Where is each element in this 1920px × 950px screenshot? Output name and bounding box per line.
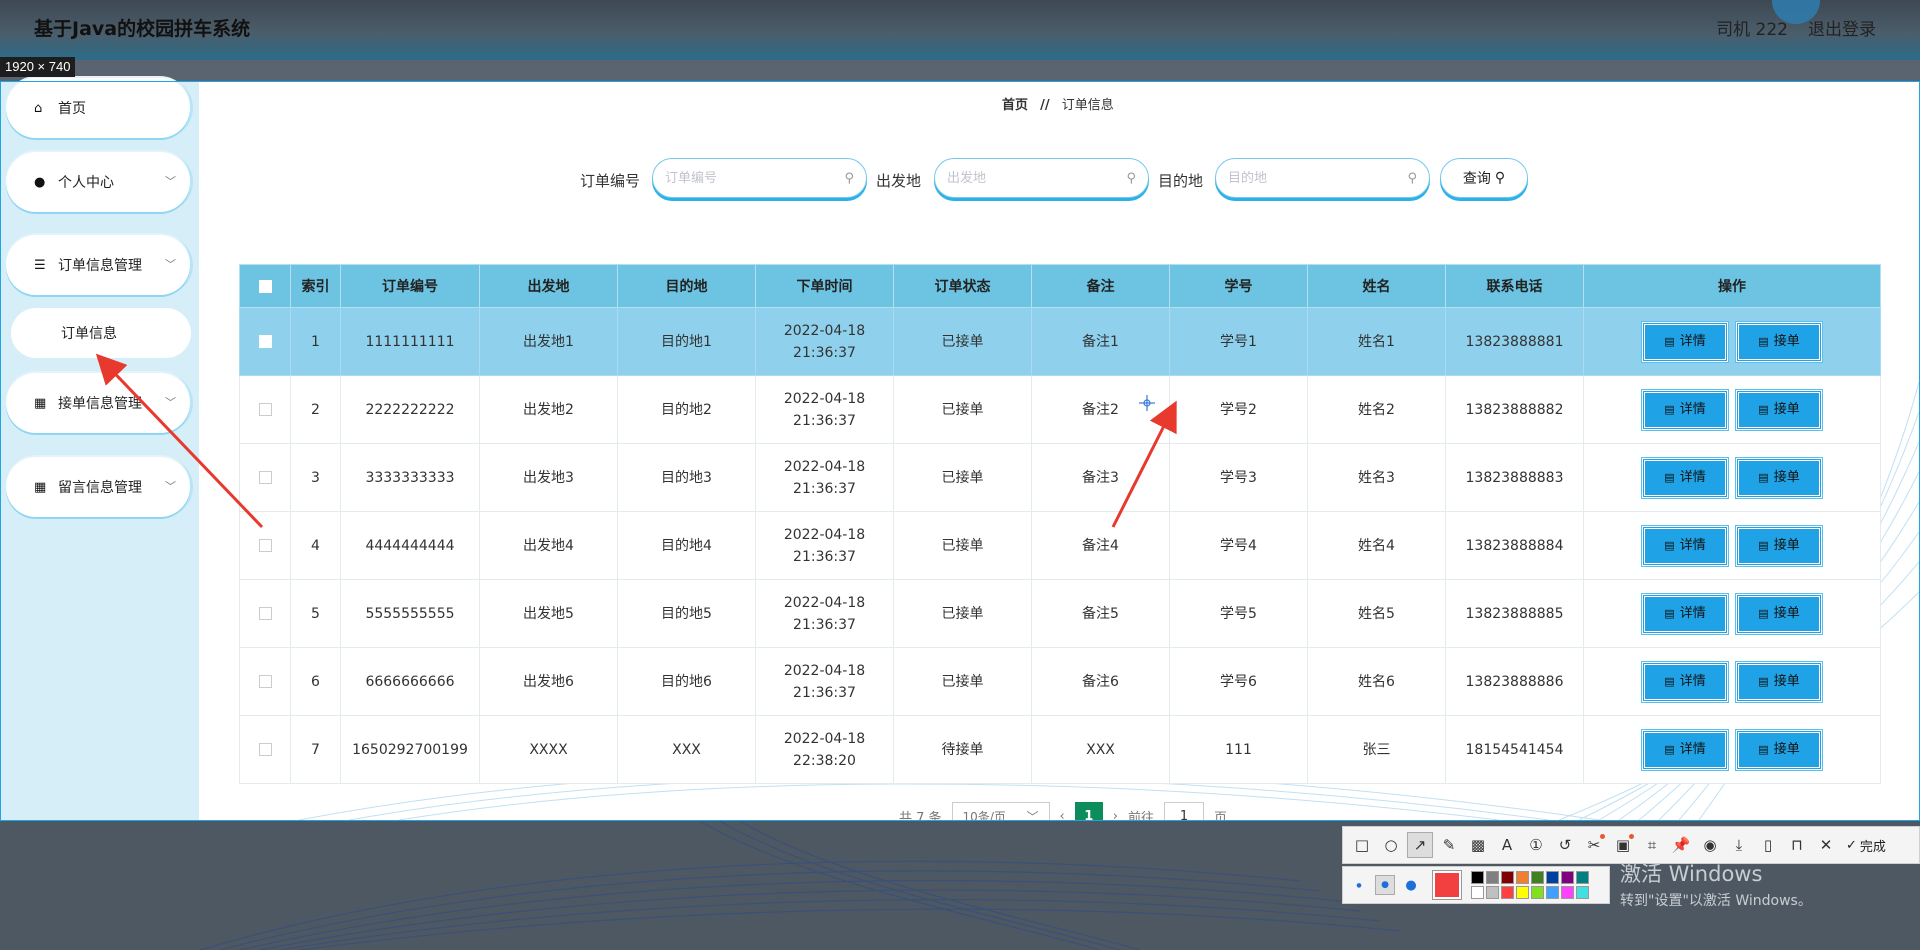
number-marker-icon[interactable]: ① — [1523, 832, 1549, 858]
color-swatch[interactable] — [1531, 886, 1544, 899]
color-swatch[interactable] — [1561, 871, 1574, 884]
activation-hint: 转到"设置"以激活 Windows。 — [1620, 893, 1812, 909]
app-title: 基于Java的校园拼车系统 — [34, 18, 251, 40]
undo-icon[interactable]: ↺ — [1552, 832, 1578, 858]
color-swatch[interactable] — [1516, 871, 1529, 884]
color-swatch[interactable] — [1576, 871, 1589, 884]
color-swatch[interactable] — [1486, 871, 1499, 884]
done-label: 完成 — [1859, 839, 1886, 855]
top-header: 基于Java的校园拼车系统 司机 222 退出登录 — [0, 0, 1920, 60]
color-swatch[interactable] — [1546, 871, 1559, 884]
color-swatch[interactable] — [1471, 871, 1484, 884]
user-name: 司机 222 — [1716, 20, 1788, 40]
download-icon[interactable]: ⤓ — [1726, 832, 1752, 858]
medium-stroke-icon[interactable]: ● — [1375, 875, 1395, 895]
color-swatch[interactable] — [1501, 871, 1514, 884]
done-button[interactable]: ✓ 完成 — [1846, 836, 1886, 855]
header-user-area: 司机 222 退出登录 — [1716, 15, 1876, 40]
arrow-icon[interactable]: ↗ — [1407, 832, 1433, 858]
small-stroke-icon[interactable]: ● — [1349, 875, 1369, 895]
color-swatches — [1471, 871, 1589, 899]
snip-color-palette: ● ● ● — [1342, 866, 1610, 904]
ellipse-icon[interactable]: ○ — [1378, 832, 1404, 858]
phone-icon[interactable]: ▯ — [1755, 832, 1781, 858]
pencil-icon[interactable]: ✎ — [1436, 832, 1462, 858]
scissors-icon[interactable]: ✂ — [1581, 832, 1607, 858]
color-swatch[interactable] — [1471, 886, 1484, 899]
color-swatch[interactable] — [1501, 886, 1514, 899]
color-swatch[interactable] — [1531, 871, 1544, 884]
color-swatch[interactable] — [1516, 886, 1529, 899]
current-color-swatch[interactable] — [1433, 871, 1461, 899]
check-icon: ✓ — [1846, 837, 1857, 853]
pin-icon[interactable]: 📌 — [1668, 832, 1694, 858]
color-swatch[interactable] — [1486, 886, 1499, 899]
color-swatch[interactable] — [1546, 886, 1559, 899]
record-icon[interactable]: ◉ — [1697, 832, 1723, 858]
bookmark-icon[interactable]: ⊓ — [1784, 832, 1810, 858]
capture-frame — [0, 81, 1920, 821]
logout-link[interactable]: 退出登录 — [1808, 15, 1876, 40]
capture-size-badge: 1920 × 740 — [0, 57, 76, 77]
ocr-icon[interactable]: ▣ — [1610, 832, 1636, 858]
color-swatch[interactable] — [1576, 886, 1589, 899]
color-swatch[interactable] — [1561, 886, 1574, 899]
large-stroke-icon[interactable]: ● — [1401, 875, 1421, 895]
activation-title: 激活 Windows — [1620, 862, 1763, 886]
close-icon[interactable]: ✕ — [1813, 832, 1839, 858]
windows-activation-watermark: 激活 Windows 转到"设置"以激活 Windows。 — [1620, 858, 1812, 910]
text-icon[interactable]: A — [1494, 832, 1520, 858]
mosaic-icon[interactable]: ▩ — [1465, 832, 1491, 858]
scan-icon[interactable]: ⌗ — [1639, 832, 1665, 858]
rectangle-icon[interactable]: □ — [1349, 832, 1375, 858]
